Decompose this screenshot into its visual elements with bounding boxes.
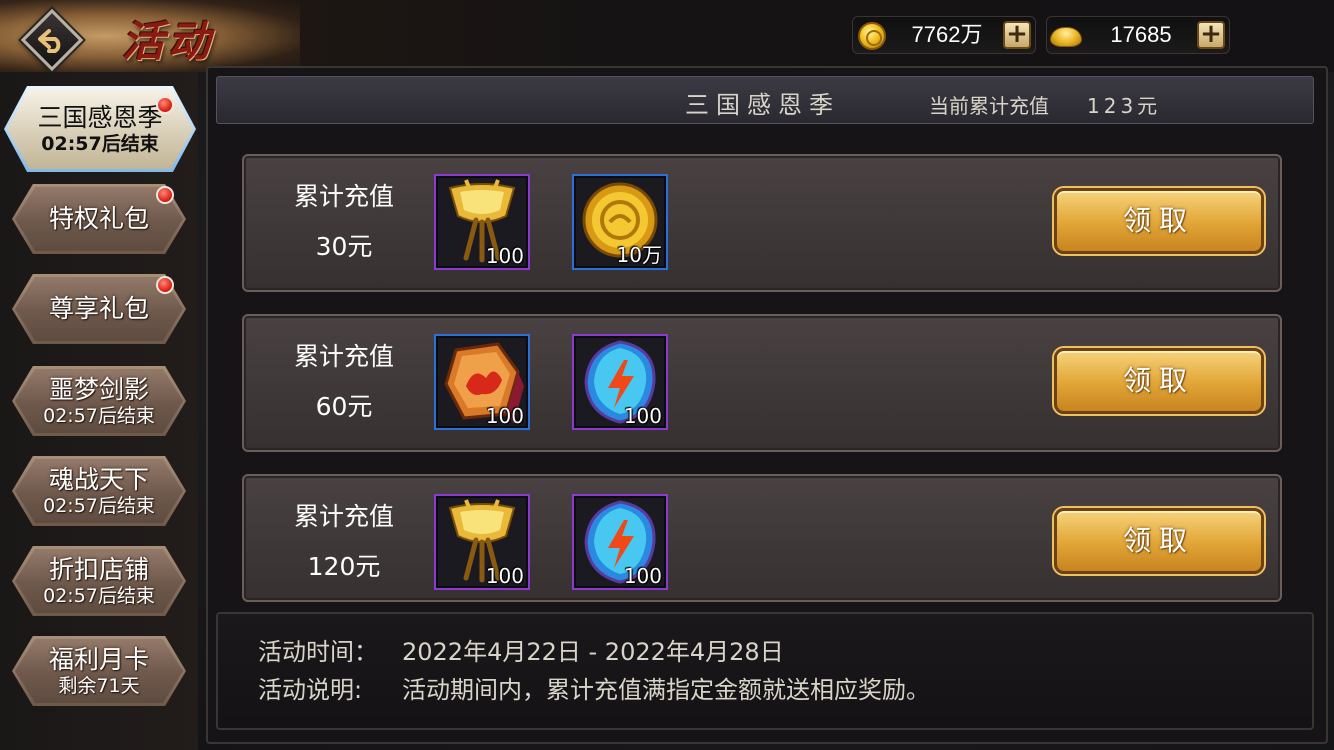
requirement-amount: 120元 bbox=[307, 552, 381, 581]
sidebar-item-label: 魂战天下 bbox=[48, 465, 149, 494]
top-bar: 活动 7762万 + 17685 + bbox=[0, 0, 1334, 72]
reward-requirement: 累计充值 30元 bbox=[264, 172, 424, 272]
requirement-label: 累计充值 bbox=[293, 502, 394, 531]
back-arrow-icon bbox=[22, 10, 82, 70]
reward-requirement: 累计充值 60元 bbox=[264, 332, 424, 432]
activity-description: 活动说明: 活动期间内，累计充值满指定金额就送相应奖励。 bbox=[258, 670, 930, 705]
gold-amount: 7762万 bbox=[911, 22, 983, 47]
back-button[interactable] bbox=[20, 8, 84, 72]
sidebar-item-label: 噩梦剑影 bbox=[48, 375, 149, 404]
reward-requirement: 累计充值 120元 bbox=[264, 492, 424, 592]
claim-button[interactable]: 领取 bbox=[1054, 508, 1264, 574]
add-ingot-button[interactable]: + bbox=[1197, 21, 1225, 49]
sidebar-item-label: 尊享礼包 bbox=[48, 294, 149, 323]
reward-item-slot[interactable]: 100 bbox=[434, 174, 530, 270]
gold-coin-icon bbox=[855, 19, 889, 53]
requirement-amount: 60元 bbox=[315, 392, 373, 421]
gold-currency: 7762万 + bbox=[852, 16, 1036, 54]
notification-dot bbox=[156, 96, 174, 114]
ingot-amount: 17685 bbox=[1110, 22, 1172, 47]
reward-row: 累计充值 120元 100 100 领取 bbox=[242, 474, 1282, 602]
add-gold-button[interactable]: + bbox=[1003, 21, 1031, 49]
sidebar-item-label: 福利月卡 bbox=[48, 645, 149, 674]
item-quantity: 100 bbox=[485, 244, 524, 268]
sidebar-item-label: 三国感恩季 bbox=[37, 103, 163, 132]
sidebar-item-remaining: 剩余71天 bbox=[58, 675, 140, 697]
item-quantity: 100 bbox=[623, 404, 662, 428]
reward-item-slot[interactable]: 100 bbox=[572, 334, 668, 430]
sidebar-item-countdown: 02:57后结束 bbox=[43, 585, 155, 607]
activity-description-label: 活动说明: bbox=[258, 676, 363, 704]
ingot-currency: 17685 + bbox=[1046, 16, 1230, 54]
requirement-label: 累计充值 bbox=[293, 342, 394, 371]
sidebar-item-countdown: 02:57后结束 bbox=[43, 405, 155, 427]
sidebar-item-countdown: 02:57后结束 bbox=[41, 133, 159, 155]
reward-row: 累计充值 60元 100 100 领取 bbox=[242, 314, 1282, 452]
panel-header: 三国感恩季 当前累计充值 123元 bbox=[216, 76, 1314, 124]
activity-time-value: 2022年4月22日 - 2022年4月28日 bbox=[402, 638, 784, 666]
activity-info: 活动时间： 2022年4月22日 - 2022年4月28日 活动说明: 活动期间内，… bbox=[216, 612, 1314, 730]
reward-item-slot[interactable]: 100 bbox=[572, 494, 668, 590]
sidebar-item-countdown: 02:57后结束 bbox=[43, 495, 155, 517]
activity-time-label: 活动时间： bbox=[258, 638, 378, 666]
sidebar-item-monthly-card[interactable]: 福利月卡 剩余71天 bbox=[12, 636, 186, 706]
requirement-amount: 30元 bbox=[315, 232, 373, 261]
reward-item-slot[interactable]: 100 bbox=[434, 494, 530, 590]
reward-row: 累计充值 30元 100 10万 领取 bbox=[242, 154, 1282, 292]
claim-button[interactable]: 领取 bbox=[1054, 188, 1264, 254]
activity-time: 活动时间： 2022年4月22日 - 2022年4月28日 bbox=[258, 632, 784, 667]
sidebar-item-nightmare-sword[interactable]: 噩梦剑影 02:57后结束 bbox=[12, 366, 186, 436]
activity-description-value: 活动期间内，累计充值满指定金额就送相应奖励。 bbox=[402, 676, 930, 704]
total-recharge-value: 123元 bbox=[1087, 94, 1162, 118]
panel-title: 三国感恩季 bbox=[685, 91, 840, 119]
requirement-label: 累计充值 bbox=[293, 182, 394, 211]
reward-item-slot[interactable]: 100 bbox=[434, 334, 530, 430]
gold-ingot-icon bbox=[1049, 19, 1083, 53]
item-quantity: 100 bbox=[623, 564, 662, 588]
back-arrow-icon-glyph bbox=[38, 29, 61, 53]
sidebar-item-soul-battle[interactable]: 魂战天下 02:57后结束 bbox=[12, 456, 186, 526]
item-quantity: 10万 bbox=[616, 243, 662, 267]
item-quantity: 100 bbox=[485, 564, 524, 588]
reward-item-slot[interactable]: 10万 bbox=[572, 174, 668, 270]
item-quantity: 100 bbox=[485, 404, 524, 428]
notification-dot bbox=[156, 276, 174, 294]
sidebar-item-discount-shop[interactable]: 折扣店铺 02:57后结束 bbox=[12, 546, 186, 616]
sidebar-item-label: 折扣店铺 bbox=[48, 555, 149, 584]
notification-dot bbox=[156, 186, 174, 204]
total-recharge-label: 当前累计充值 bbox=[929, 94, 1049, 118]
claim-button[interactable]: 领取 bbox=[1054, 348, 1264, 414]
page-title: 活动 bbox=[122, 17, 215, 66]
sidebar-item-label: 特权礼包 bbox=[48, 204, 149, 233]
